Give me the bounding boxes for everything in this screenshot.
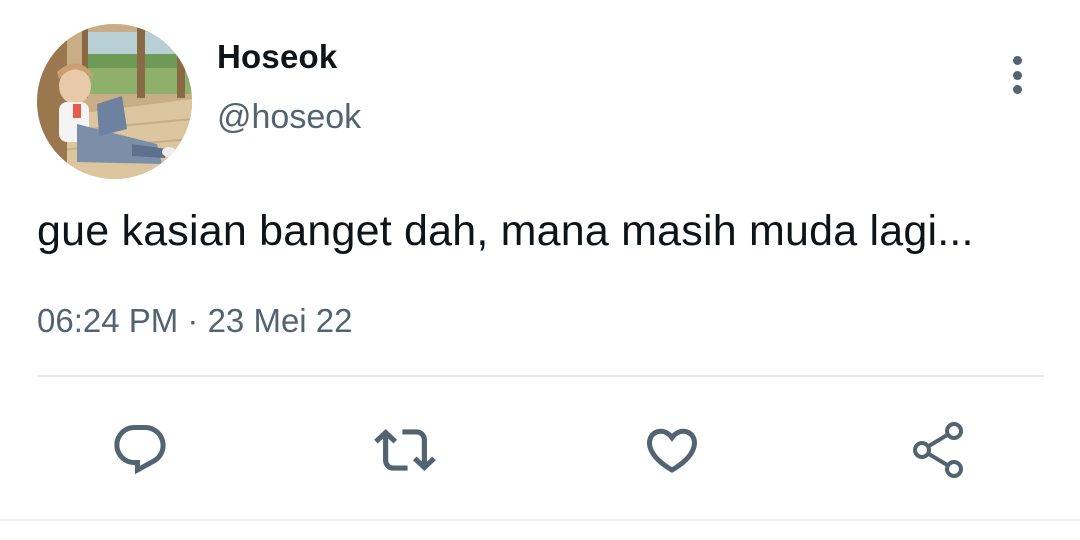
divider [37, 375, 1044, 377]
retweet-button[interactable] [373, 418, 437, 482]
more-dot-icon [1012, 70, 1022, 80]
more-options-button[interactable] [996, 52, 1038, 98]
retweet-icon [374, 429, 436, 471]
like-button[interactable] [640, 418, 704, 482]
tweet-text: gue kasian banget dah, mana masih muda l… [37, 207, 974, 255]
avatar[interactable] [37, 24, 192, 179]
tweet-card: Hoseok @hoseok gue kasian banget dah, ma… [0, 0, 1080, 540]
more-dot-icon [1012, 56, 1022, 65]
tweet-timestamp[interactable]: 06:24 PM · 23 Mei 22 [37, 302, 353, 340]
share-button[interactable] [906, 418, 970, 482]
more-dot-icon [1012, 85, 1022, 94]
reply-button[interactable] [108, 418, 172, 482]
reply-icon [114, 425, 166, 475]
share-icon [913, 422, 963, 478]
author-handle[interactable]: @hoseok [217, 98, 361, 137]
bottom-divider [0, 519, 1080, 521]
heart-icon [646, 428, 698, 473]
author-display-name[interactable]: Hoseok [217, 38, 337, 76]
avatar-photo [37, 24, 192, 179]
